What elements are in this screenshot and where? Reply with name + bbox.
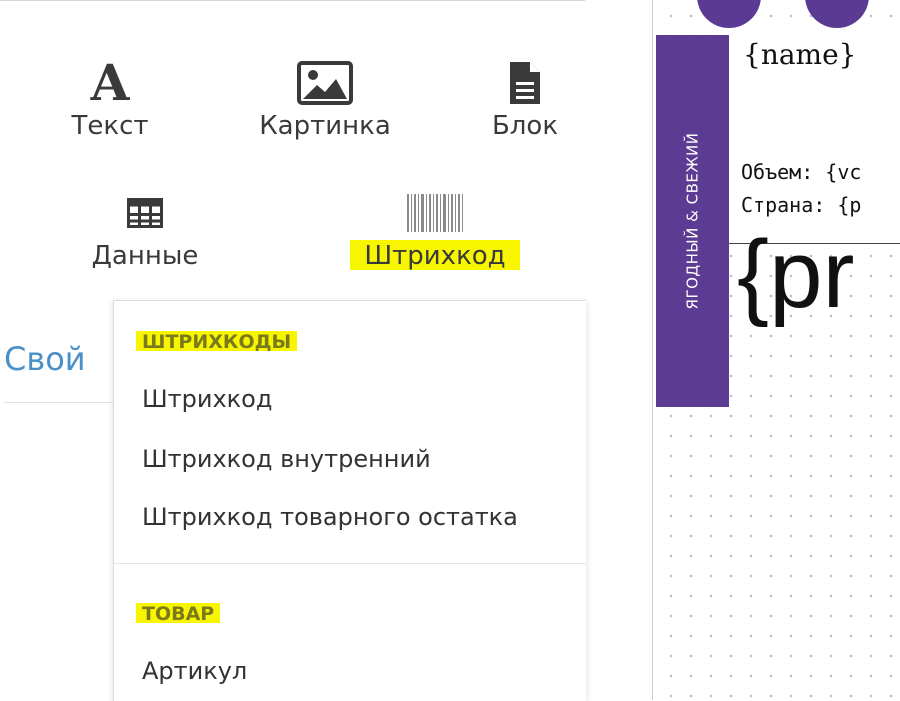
section-divider (4, 402, 119, 403)
document-icon (470, 55, 580, 111)
dropdown-divider (114, 563, 586, 564)
brand-strip-text-wrap: ЯГОДНЫЙ & СВЕЖИЙ (656, 35, 729, 407)
label-canvas[interactable]: ЯГОДНЫЙ & СВЕЖИЙ {name} Объем: {vc Стран… (652, 0, 900, 700)
dropdown-item-stock-barcode[interactable]: Штрихкод товарного остатка (142, 503, 518, 531)
country-placeholder-field[interactable]: Страна: {p (741, 193, 861, 217)
panel-top-divider (0, 0, 585, 1)
volume-placeholder-field[interactable]: Объем: {vc (741, 160, 861, 184)
tool-data[interactable]: Данные (70, 185, 220, 271)
tool-image[interactable]: Картинка (240, 55, 410, 141)
dropdown-group-header-barcodes: ШТРИХКОДЫ (136, 329, 298, 353)
text-icon: A (90, 53, 130, 112)
dropdown-item-sku[interactable]: Артикул (142, 657, 247, 685)
toolbox-panel: A Текст Картинка Блок Данные Штрихкод Св… (0, 0, 586, 701)
barcode-icon (320, 185, 550, 241)
dropdown-item-barcode[interactable]: Штрихкод (142, 385, 272, 413)
tool-barcode-label: Штрихкод (350, 237, 520, 273)
canvas-handle-circle[interactable] (697, 0, 761, 28)
tool-text[interactable]: A Текст (55, 53, 165, 142)
dropdown-group-header-product: ТОВАР (136, 601, 221, 625)
tool-block[interactable]: Блок (470, 55, 580, 141)
barcode-dropdown-menu: ШТРИХКОДЫ Штрихкод Штрихкод внутренний Ш… (113, 300, 586, 701)
tool-text-label: Текст (71, 111, 149, 141)
price-placeholder-field[interactable]: {pr (737, 220, 854, 330)
tool-barcode[interactable]: Штрихкод (320, 185, 550, 273)
tool-data-label: Данные (91, 241, 199, 271)
image-icon (240, 55, 410, 111)
tool-image-label: Картинка (259, 111, 391, 141)
section-title: Свой (4, 340, 86, 378)
canvas-handle-circle[interactable] (805, 0, 869, 28)
tool-block-label: Блок (491, 111, 559, 141)
dropdown-item-internal-barcode[interactable]: Штрихкод внутренний (142, 445, 431, 473)
name-placeholder-field[interactable]: {name} (743, 38, 856, 71)
table-icon (70, 185, 220, 241)
brand-strip-text: ЯГОДНЫЙ & СВЕЖИЙ (683, 132, 702, 310)
